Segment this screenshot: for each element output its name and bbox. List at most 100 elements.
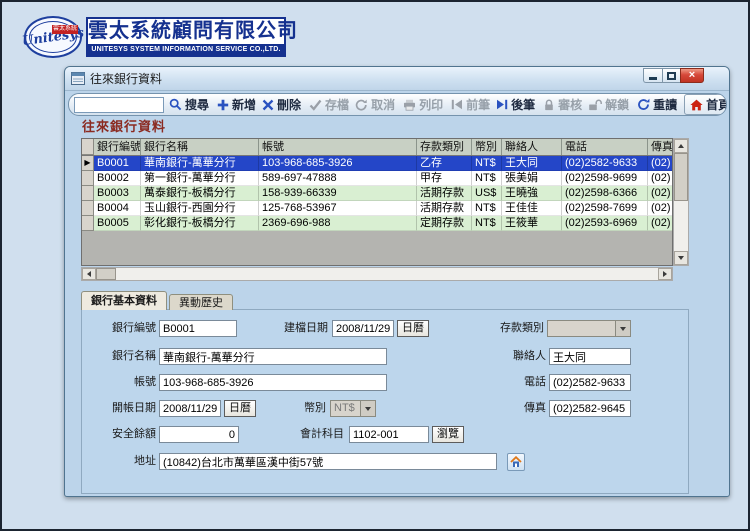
cell-phone[interactable]: (02)2598-9699 [562,171,648,186]
cell-deposit[interactable]: 活期存款 [417,186,472,201]
vertical-scroll-track[interactable] [674,201,688,251]
save-button[interactable]: 存檔 [306,94,352,115]
grid-header-bank-name[interactable]: 銀行名稱 [141,139,259,155]
bank-code-input[interactable] [159,320,237,337]
cell-phone[interactable]: (02)2598-6366 [562,186,648,201]
maximize-button[interactable] [662,68,680,83]
scroll-left-button[interactable] [82,268,96,280]
deposit-type-dropdown-button[interactable] [615,321,630,336]
table-row[interactable]: B0004玉山銀行-西園分行125-768-53967活期存款NT$王佳佳(02… [82,201,672,216]
vertical-scroll-thumb[interactable] [674,153,688,201]
cell-account[interactable]: 158-939-66339 [259,186,417,201]
open-date-input[interactable] [159,400,221,417]
cell-account[interactable]: 125-768-53967 [259,201,417,216]
cell-account[interactable]: 103-968-685-3926 [259,156,417,171]
account-code-browse-button[interactable]: 瀏覽 [432,426,464,443]
table-row[interactable]: B0005彰化銀行-板橋分行2369-696-988定期存款NT$王筱華(02)… [82,216,672,231]
cell-name[interactable]: 第一銀行-萬華分行 [141,171,259,186]
address-map-button[interactable] [507,453,525,471]
grid-vertical-scrollbar[interactable] [673,138,689,266]
cell-fax[interactable]: (02) [648,171,672,186]
row-selector[interactable] [82,171,94,186]
cell-contact[interactable]: 王曉強 [502,186,562,201]
home-button[interactable]: 首頁 [684,94,727,115]
account-input[interactable] [159,374,387,391]
cell-name[interactable]: 玉山銀行-西園分行 [141,201,259,216]
grid-header-fax[interactable]: 傳真 [648,139,672,155]
row-selector-current[interactable]: ▶ [82,156,94,171]
cell-contact[interactable]: 王佳佳 [502,201,562,216]
reload-button[interactable]: 重讀 [634,94,680,115]
grid-header-account[interactable]: 帳號 [259,139,417,155]
currency-dropdown-button[interactable] [360,401,375,416]
deposit-type-select[interactable] [547,320,631,337]
cell-currency[interactable]: NT$ [472,171,502,186]
horizontal-scroll-track[interactable] [116,268,658,280]
row-selector[interactable] [82,201,94,216]
cell-fax[interactable]: (02) [648,201,672,216]
cell-code[interactable]: B0001 [94,156,141,171]
created-date-calendar-button[interactable]: 日曆 [397,320,429,337]
cell-name[interactable]: 彰化銀行-板橋分行 [141,216,259,231]
cell-fax[interactable]: (02) [648,156,672,171]
table-row[interactable]: B0003萬泰銀行-板橋分行158-939-66339活期存款US$王曉強(02… [82,186,672,201]
cell-contact[interactable]: 王筱華 [502,216,562,231]
horizontal-scroll-thumb[interactable] [96,268,116,280]
previous-record-button[interactable]: 前筆 [448,94,493,115]
address-input[interactable] [159,453,497,470]
cancel-button[interactable]: 取消 [352,94,398,115]
tab-change-history[interactable]: 異動歷史 [169,294,233,310]
cell-deposit[interactable]: 甲存 [417,171,472,186]
cell-account[interactable]: 2369-696-988 [259,216,417,231]
row-selector[interactable] [82,216,94,231]
cell-deposit[interactable]: 活期存款 [417,201,472,216]
open-date-calendar-button[interactable]: 日曆 [224,400,256,417]
delete-button[interactable]: 刪除 [259,94,304,115]
cell-phone[interactable]: (02)2582-9633 [562,156,648,171]
cell-fax[interactable]: (02) [648,216,672,231]
cell-currency[interactable]: NT$ [472,201,502,216]
cell-contact[interactable]: 張美娟 [502,171,562,186]
cell-currency[interactable]: US$ [472,186,502,201]
safe-balance-input[interactable] [159,426,239,443]
cell-deposit[interactable]: 乙存 [417,156,472,171]
cell-phone[interactable]: (02)2593-6969 [562,216,648,231]
fax-input[interactable] [549,400,631,417]
grid-header-currency[interactable]: 幣別 [472,139,502,155]
next-record-button[interactable]: 後筆 [493,94,538,115]
currency-select[interactable]: NT$ [330,400,376,417]
search-button[interactable]: 搜尋 [166,94,212,115]
cell-code[interactable]: B0002 [94,171,141,186]
cell-name[interactable]: 萬泰銀行-板橋分行 [141,186,259,201]
scroll-up-button[interactable] [674,139,688,153]
contact-input[interactable] [549,348,631,365]
row-selector[interactable] [82,186,94,201]
search-input[interactable] [74,97,164,113]
grid-header-phone[interactable]: 電話 [562,139,648,155]
created-date-input[interactable] [332,320,394,337]
grid-horizontal-scrollbar[interactable] [81,267,673,281]
grid-header-bank-code[interactable]: 銀行編號 [94,139,141,155]
cell-name[interactable]: 華南銀行-萬華分行 [141,156,259,171]
cell-contact[interactable]: 王大同 [502,156,562,171]
window-titlebar[interactable]: 往來銀行資料 × [65,67,729,91]
bank-name-input[interactable] [159,348,387,365]
cell-code[interactable]: B0004 [94,201,141,216]
cell-code[interactable]: B0005 [94,216,141,231]
cell-fax[interactable]: (02) [648,186,672,201]
account-code-input[interactable] [349,426,429,443]
grid-header-contact[interactable]: 聯絡人 [502,139,562,155]
cell-deposit[interactable]: 定期存款 [417,216,472,231]
audit-button[interactable]: 審核 [540,94,585,115]
table-row[interactable]: ▶B0001華南銀行-萬華分行103-968-685-3926乙存NT$王大同(… [82,156,672,171]
cell-phone[interactable]: (02)2598-7699 [562,201,648,216]
tab-bank-basic-data[interactable]: 銀行基本資料 [81,291,167,310]
minimize-button[interactable] [643,68,662,83]
add-button[interactable]: 新增 [214,94,259,115]
cell-account[interactable]: 589-697-47888 [259,171,417,186]
close-button[interactable]: × [680,68,704,83]
cell-code[interactable]: B0003 [94,186,141,201]
scroll-down-button[interactable] [674,251,688,265]
phone-input[interactable] [549,374,631,391]
scroll-right-button[interactable] [658,268,672,280]
